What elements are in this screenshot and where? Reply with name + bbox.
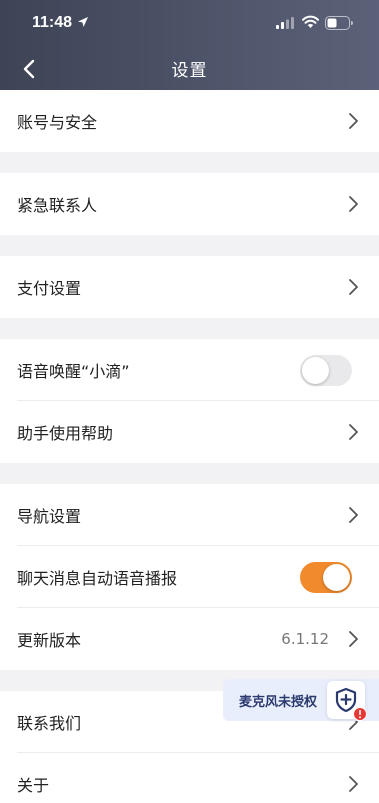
- chevron-right-icon: [349, 279, 358, 295]
- settings-item-account-security[interactable]: 账号与安全: [0, 90, 379, 152]
- alert-badge-icon: [353, 707, 367, 721]
- battery-icon: [325, 16, 353, 30]
- settings-item-label: 账号与安全: [17, 113, 98, 132]
- settings-item-emergency-contact[interactable]: 紧急联系人: [0, 173, 379, 235]
- settings-item-voice-wakeup: 语音唤醒“小滴”: [0, 339, 379, 401]
- settings-item-label: 关于: [17, 776, 50, 795]
- settings-item-label: 语音唤醒“小滴”: [17, 362, 130, 381]
- header: 11:48 设置: [0, 0, 379, 90]
- settings-item-label: 支付设置: [17, 279, 82, 298]
- version-value: 6.1.12: [281, 630, 329, 648]
- chevron-right-icon: [349, 424, 358, 440]
- status-time: 11:48: [32, 14, 73, 31]
- chevron-right-icon: [349, 196, 358, 212]
- settings-item-label: 联系我们: [17, 714, 82, 733]
- group-gap: [0, 463, 379, 484]
- group-gap: [0, 318, 379, 339]
- wifi-icon: [302, 15, 319, 28]
- page-title: 设置: [171, 61, 208, 81]
- location-arrow-icon: [78, 17, 88, 27]
- settings-item-payment[interactable]: 支付设置: [0, 256, 379, 318]
- settings-item-assistant-help[interactable]: 助手使用帮助: [0, 401, 379, 463]
- settings-item-chat-voice-broadcast: 聊天消息自动语音播报: [0, 546, 379, 608]
- toggle-knob: [302, 356, 329, 384]
- chevron-right-icon: [349, 507, 358, 523]
- voice-wakeup-toggle[interactable]: [300, 354, 352, 386]
- mic-permission-text: 麦克风未授权: [239, 694, 318, 710]
- settings-item-label: 助手使用帮助: [17, 424, 114, 443]
- mic-permission-banner[interactable]: 麦克风未授权: [223, 679, 379, 721]
- chat-voice-broadcast-toggle[interactable]: [300, 561, 352, 593]
- status-bar: 11:48: [0, 0, 379, 46]
- chevron-right-icon: [349, 113, 358, 129]
- settings-item-about[interactable]: 关于: [0, 753, 379, 803]
- settings-item-navigation[interactable]: 导航设置: [0, 484, 379, 546]
- signal-icon: [276, 17, 294, 29]
- settings-item-label: 紧急联系人: [17, 196, 98, 215]
- toggle-knob: [323, 563, 350, 591]
- chevron-right-icon: [349, 631, 358, 647]
- group-gap: [0, 152, 379, 173]
- group-gap: [0, 235, 379, 256]
- settings-item-update-version[interactable]: 更新版本 6.1.12: [0, 608, 379, 670]
- shield-button[interactable]: [327, 681, 367, 721]
- settings-item-label: 导航设置: [17, 507, 82, 526]
- nav-bar: 设置: [0, 46, 379, 90]
- chevron-right-icon: [349, 776, 358, 792]
- settings-item-label: 聊天消息自动语音播报: [17, 569, 178, 588]
- settings-item-label: 更新版本: [17, 631, 82, 650]
